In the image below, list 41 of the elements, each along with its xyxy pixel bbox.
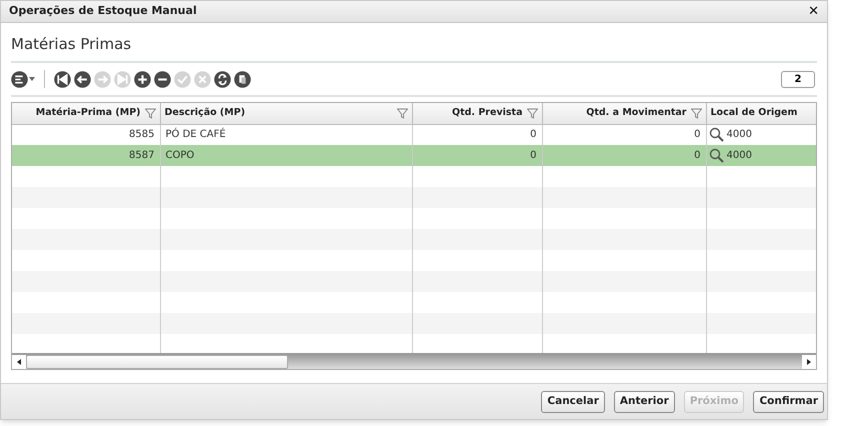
refresh-icon[interactable] [214,70,231,88]
dialog-button[interactable]: Confirmar [753,390,824,412]
column-header[interactable]: Local de Origem [710,106,798,120]
column-header[interactable]: Qtd. a Movimentar [586,106,686,120]
filter-icon[interactable] [526,108,538,119]
table-cell: 0 [530,129,536,140]
scroll-right-icon[interactable] [802,354,816,368]
filter-icon[interactable] [144,108,156,119]
table-cell-text: 4000 [726,149,752,163]
column-header[interactable]: Qtd. Prevista [452,106,522,120]
table-cell: 0 [530,150,536,161]
close-button[interactable]: ✕ [808,5,819,18]
table-cell: 0 [694,129,700,140]
filter-icon[interactable] [396,108,408,119]
table-cell: PÓ DE CAFÉ [166,129,226,140]
filter-icon[interactable] [690,108,702,119]
dialog-button[interactable]: Anterior [614,390,675,412]
window-title: Operações de Estoque Manual [9,3,197,20]
table-row[interactable]: 8585 PÓ DE CAFÉ 0 0 4000 [12,124,816,145]
search-icon[interactable] [708,127,724,142]
left-arrow-icon[interactable] [74,70,91,88]
section-title: Matérias Primas [11,34,132,55]
column-header[interactable]: Matéria-Prima (MP) [36,106,140,120]
table-cell: 0 [694,150,700,161]
record-count: 2 [781,70,815,88]
dialog-button[interactable]: Cancelar [541,390,605,412]
column-header[interactable]: Descrição (MP) [164,106,246,120]
table-cell-text: 4000 [726,128,752,142]
plus-icon[interactable] [134,70,151,88]
scroll-left-icon[interactable] [12,354,26,368]
minus-icon[interactable] [154,70,171,88]
table-row[interactable]: 8587 COPO 0 0 4000 [12,145,816,166]
scroll-thumb[interactable] [26,354,288,368]
table-cell: 8587 [129,150,154,161]
horizontal-scrollbar[interactable] [12,353,816,369]
copy-icon[interactable] [234,70,251,88]
table-cell: COPO [166,150,194,161]
search-icon[interactable] [708,148,724,163]
first-record-icon[interactable] [54,70,71,88]
menu-icon[interactable] [11,70,35,88]
table-cell: 8585 [129,129,154,140]
